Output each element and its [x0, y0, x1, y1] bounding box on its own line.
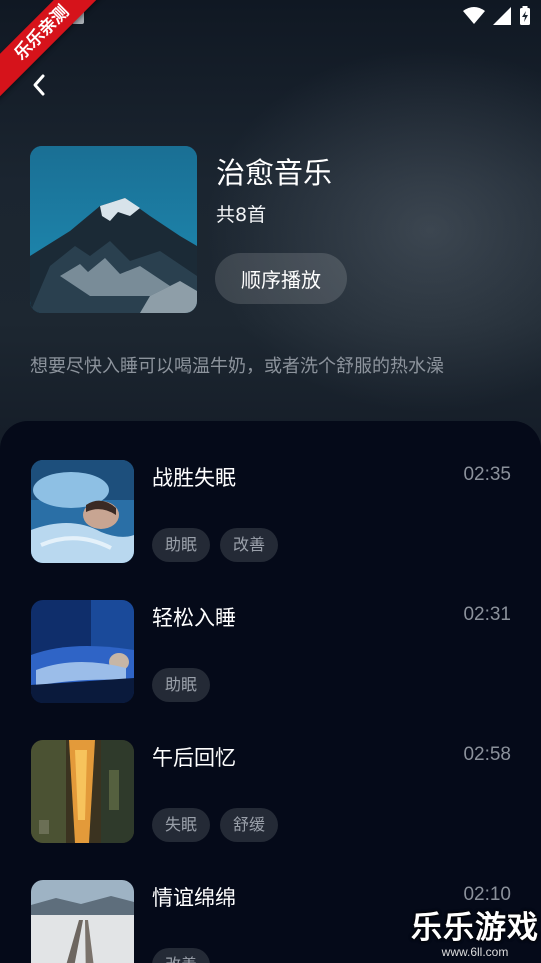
- song-title: 轻松入睡: [152, 606, 236, 630]
- chevron-left-icon: [33, 74, 45, 96]
- song-duration: 02:31: [463, 604, 511, 625]
- song-thumbnail: [31, 460, 134, 563]
- watermark: 乐乐游戏 www.6ll.com: [411, 902, 539, 959]
- album-title: 治愈音乐: [216, 156, 333, 190]
- song-duration: 02:35: [463, 464, 511, 485]
- sequential-play-button[interactable]: 顺序播放: [215, 253, 347, 304]
- song-thumbnail: [31, 880, 134, 963]
- battery-icon: [520, 6, 530, 25]
- signal-icon: [493, 7, 511, 25]
- song-tag: 助眠: [152, 668, 211, 702]
- song-tag: 失眠: [152, 808, 211, 842]
- song-title: 午后回忆: [152, 746, 236, 770]
- track-count: 共8首: [216, 204, 267, 226]
- song-list: 战胜失眠 02:35 助眠 改善 轻松入睡 02:31 助眠 午后回忆 02:5…: [0, 421, 541, 963]
- wifi-icon: [463, 7, 485, 24]
- header-background: 乐乐亲测 治愈音乐 共8首 顺序播放 想要尽快入睡可以喝温牛奶，或者洗个舒服的热…: [0, 0, 541, 460]
- song-duration: 02:58: [463, 744, 511, 765]
- back-button[interactable]: [22, 68, 56, 102]
- song-thumbnail: [31, 740, 134, 843]
- album-cover: [30, 146, 197, 313]
- watermark-brand: 乐乐游戏: [411, 910, 539, 946]
- song-row[interactable]: 午后回忆 02:58 失眠 舒缓: [0, 740, 541, 844]
- song-tag: 改善: [220, 528, 279, 562]
- song-thumbnail: [31, 600, 134, 703]
- song-tag: 助眠: [152, 528, 211, 562]
- song-tag: 改善: [152, 948, 211, 963]
- watermark-url: www.6ll.com: [441, 945, 509, 959]
- song-row[interactable]: 轻松入睡 02:31 助眠: [0, 600, 541, 704]
- song-title: 战胜失眠: [152, 466, 236, 490]
- song-row[interactable]: 战胜失眠 02:35 助眠 改善: [0, 460, 541, 564]
- song-tag: 舒缓: [220, 808, 279, 842]
- album-description: 想要尽快入睡可以喝温牛奶，或者洗个舒服的热水澡: [30, 356, 444, 377]
- song-title: 情谊绵绵: [152, 886, 236, 910]
